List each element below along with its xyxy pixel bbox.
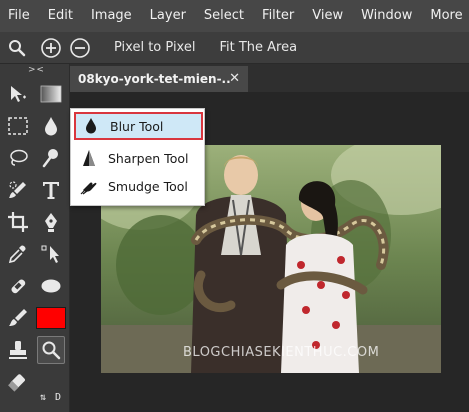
eraser-tool-icon[interactable] bbox=[4, 368, 32, 396]
menu-edit[interactable]: Edit bbox=[39, 0, 82, 32]
move-tool-icon[interactable] bbox=[4, 80, 32, 108]
marquee-tool-icon[interactable] bbox=[4, 112, 32, 140]
blur-tool-flyout: Blur Tool Sharpen Tool Smudge Tool bbox=[70, 108, 205, 206]
crop-tool-icon[interactable] bbox=[4, 208, 32, 236]
pen-tool-icon[interactable] bbox=[37, 208, 65, 236]
healing-tool-icon[interactable] bbox=[4, 272, 32, 300]
sharpen-tool-label: Sharpen Tool bbox=[108, 150, 189, 166]
zoom-tool-icon[interactable] bbox=[37, 336, 65, 364]
menu-layer[interactable]: Layer bbox=[141, 0, 195, 32]
zoom-icon bbox=[5, 36, 29, 60]
blur-drop-icon bbox=[80, 115, 102, 137]
blur-tool-label: Blur Tool bbox=[110, 118, 164, 134]
clone-stamp-tool-icon[interactable] bbox=[4, 336, 32, 364]
close-icon[interactable]: ✕ bbox=[229, 71, 240, 86]
gradient-tool-icon[interactable] bbox=[37, 80, 65, 108]
sharpen-triangle-icon bbox=[78, 147, 100, 169]
menu-more[interactable]: More bbox=[421, 0, 469, 32]
zoom-out-icon[interactable] bbox=[68, 36, 92, 60]
zoom-in-icon[interactable] bbox=[39, 36, 63, 60]
type-tool-icon[interactable] bbox=[37, 176, 65, 204]
tools-panel: > < bbox=[0, 64, 70, 412]
menu-bar: File Edit Image Layer Select Filter View… bbox=[0, 0, 469, 32]
swap-colors-icon[interactable]: ⇅ bbox=[40, 392, 46, 403]
pixel-to-pixel-button[interactable]: Pixel to Pixel bbox=[102, 32, 207, 64]
ellipse-shape-tool-icon[interactable] bbox=[37, 272, 65, 300]
sharpen-tool-option[interactable]: Sharpen Tool bbox=[74, 144, 203, 172]
collapse-toggle[interactable]: > < bbox=[28, 65, 44, 75]
smudge-tool-option[interactable]: Smudge Tool bbox=[74, 172, 203, 200]
foreground-color-swatch[interactable] bbox=[36, 307, 66, 329]
menu-file[interactable]: File bbox=[0, 0, 39, 32]
default-colors-button[interactable]: D bbox=[55, 392, 61, 403]
menu-select[interactable]: Select bbox=[195, 0, 253, 32]
brush-select-tool-icon[interactable] bbox=[4, 176, 32, 204]
smudge-hand-icon bbox=[78, 175, 100, 197]
menu-view[interactable]: View bbox=[303, 0, 352, 32]
document-tab-bar: 08kyo-york-tet-mien-.. ✕ bbox=[70, 64, 469, 92]
menu-window[interactable]: Window bbox=[352, 0, 421, 32]
eyedropper-tool-icon[interactable] bbox=[4, 240, 32, 268]
document-tab[interactable]: 08kyo-york-tet-mien-.. ✕ bbox=[70, 66, 248, 92]
brush-tool-icon[interactable] bbox=[4, 304, 32, 332]
watermark-text: BLOGCHIASEKIENTHUC.COM bbox=[183, 345, 380, 360]
path-select-tool-icon[interactable] bbox=[37, 240, 65, 268]
options-bar: Pixel to Pixel Fit The Area bbox=[0, 32, 469, 64]
blur-drop-icon[interactable] bbox=[37, 112, 65, 140]
document-tab-title: 08kyo-york-tet-mien-.. bbox=[78, 72, 231, 86]
smudge-tool-label: Smudge Tool bbox=[108, 178, 188, 194]
lasso-tool-icon[interactable] bbox=[4, 144, 32, 172]
menu-image[interactable]: Image bbox=[82, 0, 141, 32]
blur-tool-option[interactable]: Blur Tool bbox=[74, 112, 203, 140]
fit-the-area-button[interactable]: Fit The Area bbox=[207, 32, 309, 64]
menu-filter[interactable]: Filter bbox=[253, 0, 303, 32]
quick-select-tool-icon[interactable] bbox=[37, 144, 65, 172]
